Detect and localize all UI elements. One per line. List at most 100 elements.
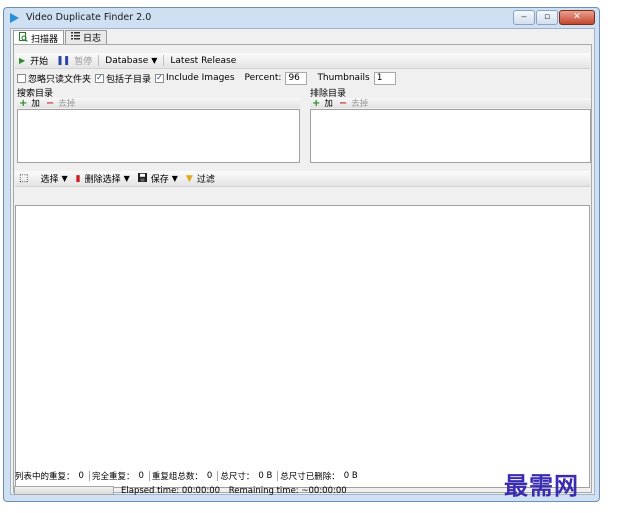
include-images-checkbox[interactable]: ✓ (155, 73, 165, 83)
delete-selection-label: 删除选择 (84, 175, 121, 185)
minimize-button[interactable]: ‒ (513, 10, 535, 25)
ignore-readonly-label: 忽略只读文件夹 (28, 74, 92, 85)
exclude-dirs-toolbar: + 加 − 去掉 (310, 97, 591, 109)
chevron-down-icon: ▼ (123, 174, 130, 183)
time-info: Elapsed time: 00:00:00 Remaining time: ~… (121, 486, 347, 496)
search-dirs-remove-button[interactable]: 去掉 (58, 97, 75, 109)
window-controls: ‒ ▫ ✕ (512, 10, 595, 25)
elapsed-label: Elapsed time: (121, 486, 180, 496)
full-duplicates-value: 0 (138, 471, 144, 481)
status-separator (217, 471, 219, 481)
toolbar-separator (163, 55, 165, 66)
pause-icon: ❚❚ (56, 55, 70, 66)
duplicate-groups-label: 重复组总数： (151, 472, 203, 482)
filter-label: 过滤 (196, 175, 215, 185)
filter-button[interactable]: ▼ 过滤 (182, 171, 219, 186)
tab-scanner[interactable]: 扫描器 (13, 30, 65, 45)
start-label: 开始 (30, 57, 49, 67)
include-subdirs-option[interactable]: ✓ 包括子目录 (95, 72, 151, 85)
exclude-dirs-remove-button[interactable]: 去掉 (351, 97, 368, 109)
status-separator (148, 471, 150, 481)
search-doc-icon (19, 31, 28, 45)
remove-icon[interactable]: − (46, 98, 54, 109)
remove-icon[interactable]: − (339, 98, 347, 109)
tab-strip: 扫描器 日志 (13, 30, 108, 45)
database-dropdown[interactable]: Database ▼ (101, 53, 161, 68)
search-dirs-list[interactable] (17, 109, 300, 163)
chevron-down-icon: ▼ (151, 56, 158, 65)
latest-release-label: Latest Release (170, 55, 237, 66)
duplicate-groups-value: 0 (206, 471, 213, 481)
select-dropdown[interactable]: 选择 ▼ (36, 171, 71, 186)
status-bar: 列表中的重复： 0 完全重复： 0 重复组总数： 0 总尺寸： 0 B 总尺寸已… (15, 470, 361, 482)
maximize-button[interactable]: ▫ (536, 10, 558, 25)
title-bar[interactable]: Video Duplicate Finder 2.0 ‒ ▫ ✕ (4, 8, 599, 28)
thumbnails-input[interactable]: 1 (373, 71, 396, 85)
scan-progress-bar (14, 486, 114, 495)
save-label: 保存 (150, 175, 169, 185)
save-icon (137, 172, 147, 185)
duplicates-in-list-value: 0 (78, 471, 84, 481)
remaining-value: ~00:00:00 (301, 486, 347, 496)
app-window: Video Duplicate Finder 2.0 ‒ ▫ ✕ 扫描器 日志 (3, 7, 600, 502)
play-icon: ▶ (19, 56, 26, 65)
trash-icon: ▮ (75, 173, 81, 184)
latest-release-button[interactable]: Latest Release (166, 53, 240, 68)
status-separator (88, 471, 90, 481)
results-toolbar: ⬚ 选择 ▼ ▮ 删除选择 ▼ 保存 ▼ ▼ 过滤 (15, 171, 590, 187)
add-icon[interactable]: + (312, 98, 320, 109)
close-button[interactable]: ✕ (559, 10, 595, 25)
save-dropdown[interactable]: 保存 ▼ (134, 171, 182, 186)
tab-log-label: 日志 (83, 34, 102, 44)
pause-label: 暂停 (74, 57, 93, 67)
app-logo-icon (10, 13, 19, 23)
exclude-dirs-add-button[interactable]: 加 (324, 97, 333, 109)
add-icon[interactable]: + (19, 98, 27, 109)
client-area: 扫描器 日志 ▶ 开始 ❚❚ 暂停 Database ▼ Latest Rele… (10, 28, 595, 495)
search-dirs-add-button[interactable]: 加 (31, 97, 40, 109)
watermark: 最需网 (504, 471, 579, 500)
percent-label: Percent: (244, 73, 282, 83)
database-label: Database (105, 55, 149, 66)
duplicates-in-list-label: 列表中的重复： (15, 472, 75, 482)
scanner-panel: ▶ 开始 ❚❚ 暂停 Database ▼ Latest Release 忽略只… (13, 44, 592, 493)
filter-icon: ▼ (185, 173, 193, 184)
main-toolbar: ▶ 开始 ❚❚ 暂停 Database ▼ Latest Release (15, 53, 590, 69)
search-dirs-toolbar: + 加 − 去掉 (17, 97, 300, 109)
total-size-value: 0 B (258, 471, 273, 481)
options-row: 忽略只读文件夹 ✓ 包括子目录 ✓ Include Images Percent… (17, 71, 406, 85)
selection-box-icon: ⬚ (19, 173, 29, 184)
percent-input[interactable]: 96 (285, 71, 308, 85)
exclude-dirs-list[interactable] (310, 109, 591, 163)
close-icon: ✕ (573, 12, 581, 22)
maximize-icon: ▫ (543, 12, 551, 22)
total-size-label: 总尺寸： (220, 472, 255, 482)
tab-scanner-label: 扫描器 (31, 34, 59, 45)
elapsed-value: 00:00:00 (181, 486, 221, 496)
toolbar-separator (98, 55, 100, 66)
delete-selection-dropdown[interactable]: ▮ 删除选择 ▼ (72, 171, 134, 186)
minimize-icon: ‒ (521, 12, 527, 22)
total-deleted-label: 总尺寸已删除： (280, 472, 340, 482)
total-deleted-value: 0 B (343, 471, 358, 481)
include-images-option[interactable]: ✓ Include Images (155, 73, 235, 83)
include-subdirs-label: 包括子目录 (106, 74, 152, 85)
start-button[interactable]: ▶ 开始 (15, 53, 52, 68)
results-list[interactable] (15, 205, 590, 488)
ignore-readonly-option[interactable]: 忽略只读文件夹 (17, 72, 91, 85)
list-icon (71, 32, 81, 43)
tab-log[interactable]: 日志 (65, 30, 108, 44)
window-title: Video Duplicate Finder 2.0 (26, 12, 152, 23)
pause-button[interactable]: ❚❚ 暂停 (52, 53, 96, 68)
full-duplicates-label: 完全重复： (91, 472, 135, 482)
chevron-down-icon: ▼ (171, 174, 178, 183)
include-subdirs-checkbox[interactable]: ✓ (95, 73, 105, 83)
ignore-readonly-checkbox[interactable] (17, 73, 26, 83)
include-images-label: Include Images (166, 73, 235, 83)
chevron-down-icon: ▼ (61, 174, 68, 183)
thumbnails-label: Thumbnails (317, 73, 370, 83)
remaining-label: Remaining time: (228, 486, 299, 496)
select-label: 选择 (40, 175, 59, 185)
select-mode-button[interactable]: ⬚ (15, 171, 36, 186)
status-separator (277, 471, 279, 481)
